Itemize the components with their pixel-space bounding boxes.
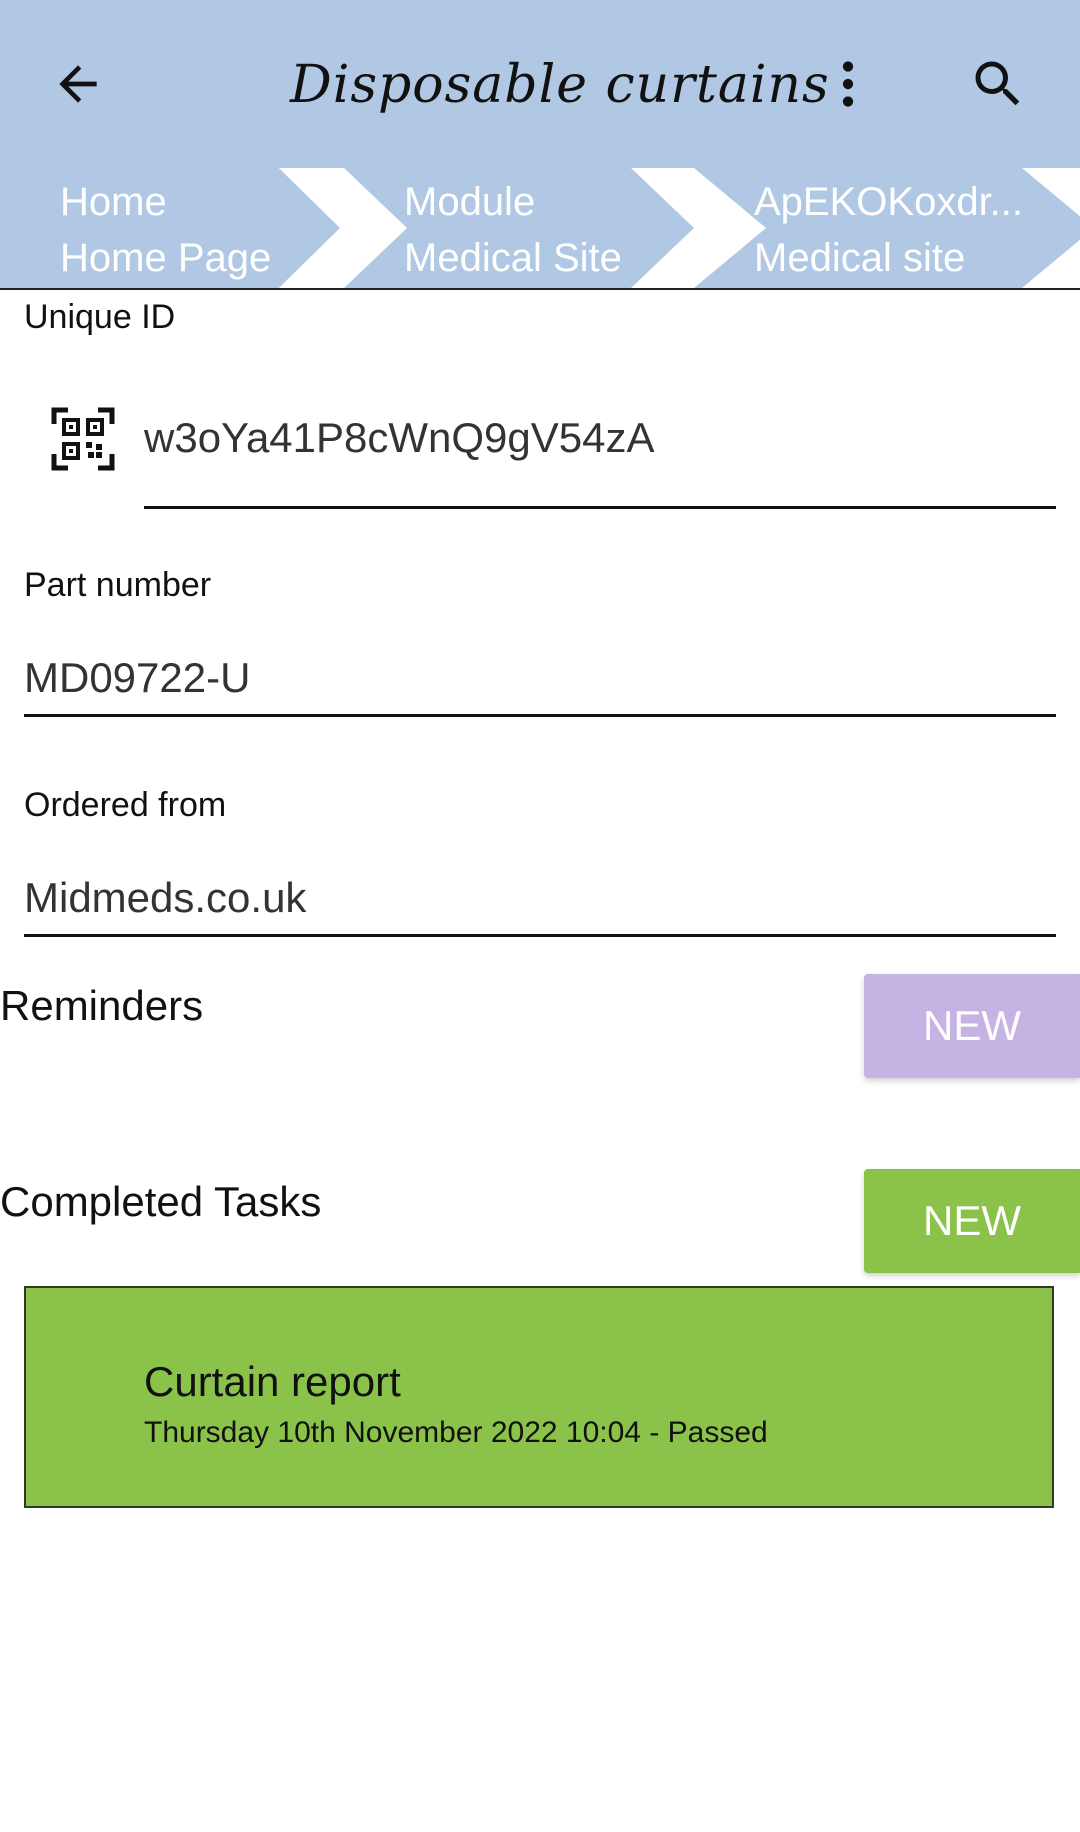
breadcrumb-home-subtitle: Home Page <box>60 236 272 280</box>
part-number-label: Part number <box>24 566 212 604</box>
breadcrumb-home[interactable]: Home Home Page <box>0 168 340 288</box>
qr-code-icon[interactable] <box>50 406 116 472</box>
app-bar: Disposable curtains <box>0 0 1080 168</box>
new-completed-task-button[interactable]: NEW <box>864 1169 1080 1273</box>
page-title: Disposable curtains <box>290 55 830 115</box>
part-number-field[interactable]: MD09722-U <box>24 654 250 702</box>
ordered-from-underline <box>24 934 1056 937</box>
arrow-left-icon <box>59 65 97 103</box>
ordered-from-field[interactable]: Midmeds.co.uk <box>24 874 306 922</box>
task-title: Curtain report <box>144 1358 401 1405</box>
breadcrumb: Home Home Page Module Medical Site ApEKO… <box>0 168 1080 290</box>
part-number-underline <box>24 714 1056 717</box>
search-button[interactable] <box>948 34 1048 134</box>
reminders-title: Reminders <box>0 982 204 1029</box>
breadcrumb-site-title: ApEKOKoxdr... <box>754 180 1024 224</box>
unique-id-underline <box>144 506 1056 509</box>
completed-tasks-title: Completed Tasks <box>0 1178 322 1225</box>
breadcrumb-module[interactable]: Module Medical Site <box>344 168 694 288</box>
more-vertical-icon <box>842 61 854 107</box>
breadcrumb-site-subtitle: Medical site <box>754 236 966 280</box>
breadcrumb-module-subtitle: Medical Site <box>404 236 622 280</box>
unique-id-value[interactable]: w3oYa41P8cWnQ9gV54zA <box>144 414 655 462</box>
breadcrumb-home-title: Home <box>60 180 167 224</box>
unique-id-label: Unique ID <box>24 298 176 336</box>
breadcrumb-site[interactable]: ApEKOKoxdr... Medical site <box>694 168 1080 288</box>
search-icon <box>975 61 1020 106</box>
completed-task-card[interactable]: Curtain report Thursday 10th November 20… <box>24 1286 1054 1508</box>
new-reminder-button[interactable]: NEW <box>864 974 1080 1078</box>
task-subtitle: Thursday 10th November 2022 10:04 - Pass… <box>144 1416 768 1449</box>
ordered-from-label: Ordered from <box>24 786 227 824</box>
more-options-button[interactable] <box>798 34 898 134</box>
breadcrumb-module-title: Module <box>404 180 536 224</box>
back-button[interactable] <box>28 34 128 134</box>
